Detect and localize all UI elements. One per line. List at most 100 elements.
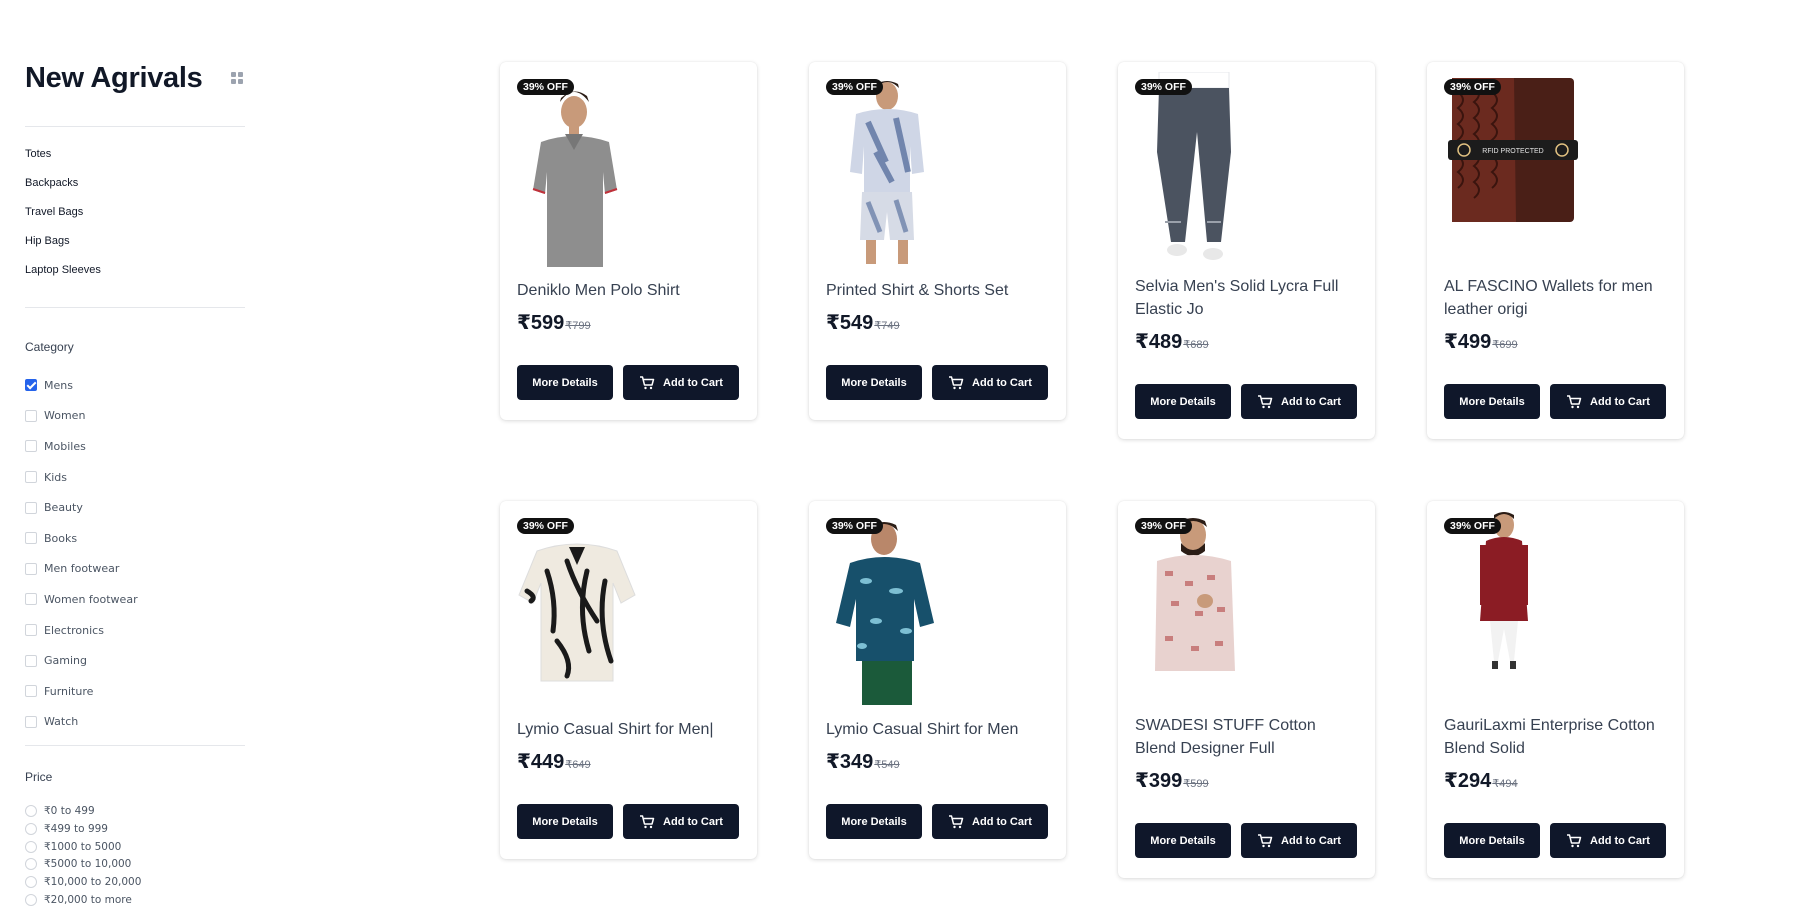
product-card[interactable]: 39% OFF Lymio Casual Shirt for Men ₹349 ₹5…: [809, 501, 1066, 859]
category-filter-item[interactable]: Mobiles: [25, 431, 245, 462]
product-name[interactable]: Deniklo Men Polo Shirt: [517, 279, 740, 302]
product-price: ₹549: [826, 312, 874, 334]
product-name[interactable]: SWADESI STUFF Cotton Blend Designer Full: [1135, 714, 1358, 760]
card-actions: More Details Add to Cart: [1135, 384, 1358, 419]
category-filter-item[interactable]: Beauty: [25, 492, 245, 523]
more-details-button[interactable]: More Details: [1135, 823, 1231, 858]
product-image[interactable]: [1135, 511, 1358, 706]
price-range-label: ₹499 to 999: [44, 822, 108, 835]
product-image[interactable]: [1444, 511, 1667, 706]
product-image[interactable]: [826, 72, 1049, 267]
add-to-cart-button[interactable]: Add to Cart: [1550, 823, 1666, 858]
category-checkbox[interactable]: [25, 471, 37, 484]
product-card[interactable]: 39% OFF Selvia Men's Solid Lycra Full El…: [1118, 62, 1375, 439]
price-filter-list: ₹0 to 499 ₹499 to 999 ₹1000 to 5000 ₹5000 t…: [25, 802, 245, 909]
product-image[interactable]: [517, 72, 740, 267]
category-filter-item[interactable]: Women: [25, 401, 245, 432]
add-to-cart-button[interactable]: Add to Cart: [1241, 384, 1357, 419]
category-checkbox[interactable]: [25, 501, 37, 514]
product-name[interactable]: Lymio Casual Shirt for Men|: [517, 718, 740, 741]
category-filter-item[interactable]: Books: [25, 523, 245, 554]
more-details-button[interactable]: More Details: [1444, 823, 1540, 858]
discount-badge: 39% OFF: [826, 79, 883, 95]
product-name[interactable]: GauriLaxmi Enterprise Cotton Blend Solid: [1444, 714, 1667, 760]
product-name[interactable]: Lymio Casual Shirt for Men: [826, 718, 1049, 741]
category-checkbox[interactable]: [25, 654, 37, 667]
product-image[interactable]: RFID PROTECTED: [1444, 72, 1667, 267]
price-filter-item[interactable]: ₹1000 to 5000: [25, 838, 245, 856]
add-to-cart-button[interactable]: Add to Cart: [932, 365, 1048, 400]
price-radio[interactable]: [25, 894, 37, 906]
category-label: Books: [44, 531, 78, 545]
price-filter-item[interactable]: ₹20,000 to more: [25, 891, 245, 909]
price-radio[interactable]: [25, 840, 37, 853]
subcategory-link[interactable]: Laptop Sleeves: [25, 263, 245, 292]
subcategory-link[interactable]: Totes: [25, 147, 245, 176]
product-card[interactable]: 39% OFF Printed Shirt & Shorts Set ₹549 ₹7…: [809, 62, 1066, 420]
category-filter-item[interactable]: Kids: [25, 462, 245, 493]
category-title: Category: [25, 340, 74, 354]
add-to-cart-button[interactable]: Add to Cart: [623, 804, 739, 839]
add-to-cart-button[interactable]: Add to Cart: [623, 365, 739, 400]
price-radio[interactable]: [25, 805, 37, 818]
price-range-label: ₹10,000 to 20,000: [44, 876, 142, 889]
more-details-button[interactable]: More Details: [517, 365, 613, 400]
category-filter-item[interactable]: Furniture: [25, 676, 245, 707]
category-filter-item[interactable]: Electronics: [25, 615, 245, 646]
price-title: Price: [25, 770, 53, 785]
more-details-button[interactable]: More Details: [826, 804, 922, 839]
category-checkbox[interactable]: [25, 409, 37, 422]
discount-badge: 39% OFF: [826, 518, 883, 534]
price-radio[interactable]: [25, 822, 37, 835]
price-filter-item[interactable]: ₹0 to 499: [25, 802, 245, 820]
product-card[interactable]: 39% OFF GauriLaxmi Enterprise Cotton Ble…: [1427, 501, 1684, 878]
category-filter-item[interactable]: Men footwear: [25, 554, 245, 585]
category-filter-item[interactable]: Gaming: [25, 645, 245, 676]
category-checkbox[interactable]: [25, 715, 37, 728]
price-radio[interactable]: [25, 876, 37, 889]
price-row: ₹499 ₹699: [1444, 329, 1667, 354]
category-label: Furniture: [44, 684, 94, 698]
category-checkbox[interactable]: [25, 379, 37, 392]
add-to-cart-button[interactable]: Add to Cart: [1550, 384, 1666, 419]
add-to-cart-label: Add to Cart: [1590, 834, 1650, 847]
category-checkbox[interactable]: [25, 685, 37, 698]
add-to-cart-button[interactable]: Add to Cart: [1241, 823, 1357, 858]
category-label: Men footwear: [44, 562, 120, 576]
product-image[interactable]: [517, 511, 740, 706]
subcategory-link[interactable]: Hip Bags: [25, 234, 245, 263]
price-filter-item[interactable]: ₹10,000 to 20,000: [25, 873, 245, 891]
more-details-button[interactable]: More Details: [826, 365, 922, 400]
category-checkbox[interactable]: [25, 562, 37, 575]
add-to-cart-button[interactable]: Add to Cart: [932, 804, 1048, 839]
cart-icon: [1257, 394, 1281, 409]
product-image[interactable]: [826, 511, 1049, 706]
category-checkbox[interactable]: [25, 440, 37, 453]
product-card[interactable]: 39% OFF SWADESI STUFF Cotton Blend Desig…: [1118, 501, 1375, 878]
category-filter-item[interactable]: Watch: [25, 707, 245, 738]
product-name[interactable]: Printed Shirt & Shorts Set: [826, 279, 1049, 302]
category-checkbox[interactable]: [25, 593, 37, 606]
subcategory-link[interactable]: Travel Bags: [25, 205, 245, 234]
category-filter-item[interactable]: Women footwear: [25, 584, 245, 615]
subcategory-link[interactable]: Backpacks: [25, 176, 245, 205]
category-checkbox[interactable]: [25, 532, 37, 545]
grid-view-icon[interactable]: [231, 72, 243, 84]
price-radio[interactable]: [25, 858, 37, 871]
filter-sidebar: New Agrivals Totes Backpacks Travel Bags Hi…: [25, 60, 245, 909]
more-details-button[interactable]: More Details: [1444, 384, 1540, 419]
product-name[interactable]: AL FASCINO Wallets for men leather origi: [1444, 275, 1667, 321]
product-card[interactable]: 39% OFF Lymio Casual Shirt for Men| ₹449 ₹…: [500, 501, 757, 859]
price-filter-item[interactable]: ₹499 to 999: [25, 820, 245, 838]
sidebar-header: New Agrivals: [25, 60, 245, 96]
product-card[interactable]: 39% OFF Deniklo Men Polo Shirt ₹599 ₹799 Mo…: [500, 62, 757, 420]
price-filter-item[interactable]: ₹5000 to 10,000: [25, 856, 245, 874]
category-filter-item[interactable]: Mens: [25, 370, 245, 401]
product-image[interactable]: [1135, 71, 1358, 267]
category-checkbox[interactable]: [25, 624, 37, 637]
product-card[interactable]: 39% OFF RFID PROTECTED AL FASCINO Wallet…: [1427, 62, 1684, 439]
more-details-button[interactable]: More Details: [517, 804, 613, 839]
price-row: ₹599 ₹799: [517, 310, 740, 335]
product-name[interactable]: Selvia Men's Solid Lycra Full Elastic Jo: [1135, 275, 1358, 321]
more-details-button[interactable]: More Details: [1135, 384, 1231, 419]
